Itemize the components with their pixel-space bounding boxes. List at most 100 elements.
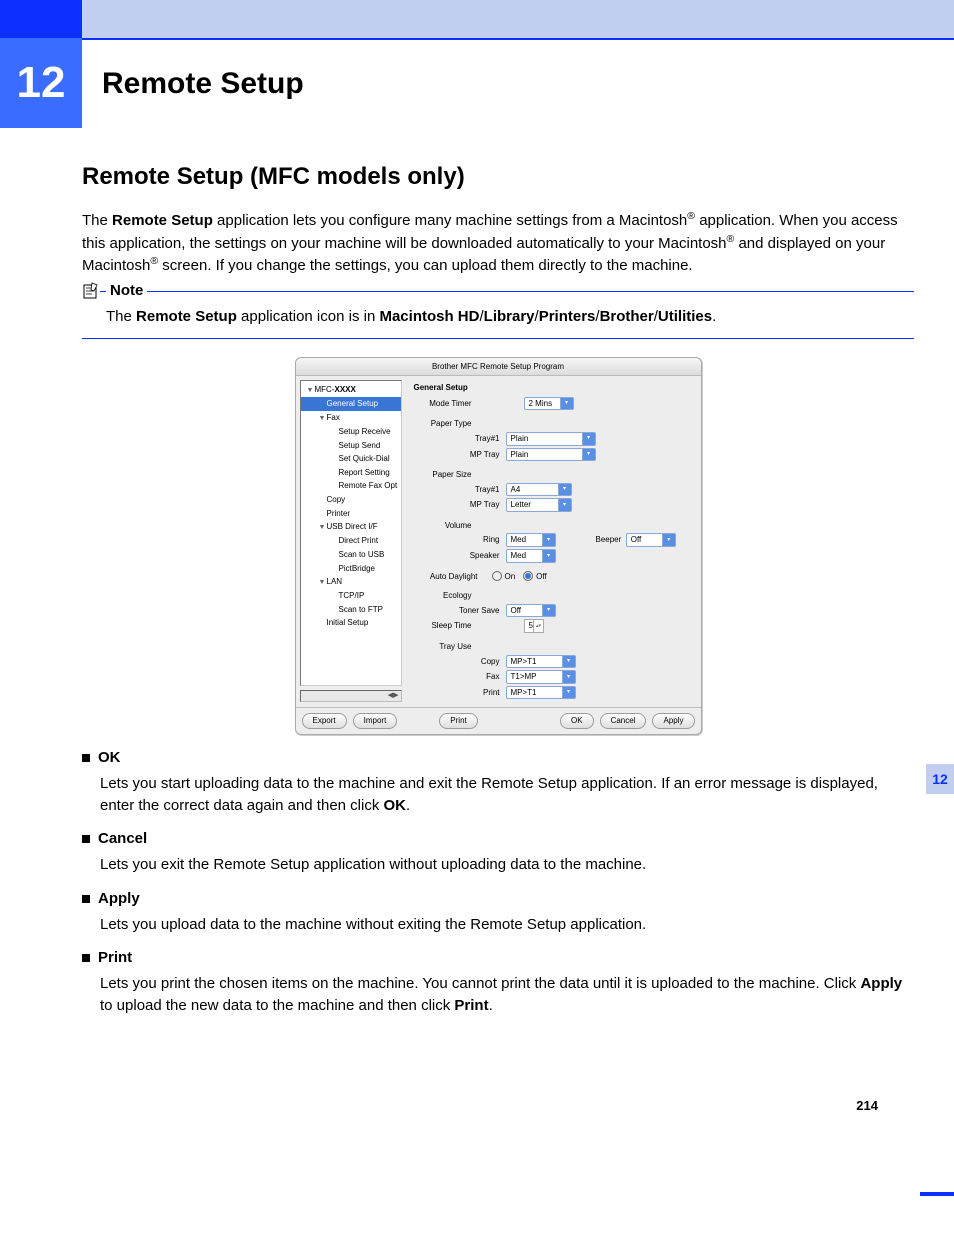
bullet-square-icon: [82, 754, 90, 762]
select-value: T1>MP: [511, 672, 537, 681]
select-value: Plain: [511, 450, 529, 459]
tree-item-label: USB Direct I/F: [327, 522, 378, 531]
tree-item[interactable]: ▼Fax: [301, 411, 401, 425]
tray-fax-select[interactable]: T1>MP▾: [506, 670, 576, 684]
dropdown-arrow-icon: ▾: [558, 484, 571, 496]
sleep-time-spinner[interactable]: 5▴▾: [524, 619, 544, 633]
disclosure-triangle-icon: ▼: [319, 578, 327, 588]
term-text: Cancel: [98, 828, 147, 850]
dropdown-arrow-icon: ▾: [560, 398, 573, 410]
auto-daylight-on-radio[interactable]: [492, 571, 502, 581]
mptray-label: MP Tray: [414, 449, 506, 461]
cancel-button[interactable]: Cancel: [600, 713, 647, 729]
tree-item[interactable]: Copy: [301, 493, 401, 507]
tree-item[interactable]: Initial Setup: [301, 616, 401, 630]
tree-item[interactable]: ▼MFC-XXXX: [301, 383, 401, 397]
export-button[interactable]: Export: [302, 713, 347, 729]
intro-paragraph: The Remote Setup application lets you co…: [82, 209, 914, 277]
radio-label: Off: [536, 571, 547, 583]
beeper-select[interactable]: Off▾: [626, 533, 676, 547]
auto-daylight-off-radio[interactable]: [523, 571, 533, 581]
dropdown-arrow-icon: ▾: [558, 499, 571, 511]
tree-item[interactable]: General Setup: [301, 397, 401, 411]
paper-type-tray1-select[interactable]: Plain▾: [506, 432, 596, 446]
tray-use-label: Tray Use: [414, 641, 478, 653]
tree-scrollbar[interactable]: ◀▶: [300, 690, 402, 702]
note-icon: [82, 282, 100, 300]
print-button[interactable]: Print: [439, 713, 477, 729]
def-print-desc: Lets you print the chosen items on the m…: [100, 973, 914, 1017]
apply-button[interactable]: Apply: [652, 713, 694, 729]
scroll-arrows-icon: ◀▶: [386, 691, 401, 701]
chapter-title: Remote Setup: [82, 62, 304, 106]
note-body: The Remote Setup application icon is in …: [106, 306, 914, 328]
tray-print-label: Print: [414, 687, 506, 699]
tree-item-label: Scan to USB: [339, 550, 385, 559]
ring-select[interactable]: Med▾: [506, 533, 556, 547]
tree-item-label: TCP/IP: [339, 591, 365, 600]
settings-tree[interactable]: ▼MFC-XXXXGeneral Setup▼FaxSetup ReceiveS…: [300, 380, 402, 686]
tree-item[interactable]: Printer: [301, 507, 401, 521]
tree-item[interactable]: TCP/IP: [301, 589, 401, 603]
text-bold: Library: [484, 308, 535, 325]
tree-item[interactable]: ▼USB Direct I/F: [301, 520, 401, 534]
settings-panel: General Setup Mode Timer 2 Mins▾ Paper T…: [406, 376, 701, 707]
tree-item[interactable]: Scan to USB: [301, 548, 401, 562]
select-value: Off: [511, 606, 522, 615]
tree-item[interactable]: Setup Send: [301, 439, 401, 453]
tree-item[interactable]: Set Quick-Dial: [301, 452, 401, 466]
beeper-label: Beeper: [596, 534, 622, 546]
section-heading: Remote Setup (MFC models only): [82, 160, 914, 195]
text: The: [82, 212, 112, 229]
dropdown-arrow-icon: ▾: [542, 605, 555, 617]
def-ok-desc: Lets you start uploading data to the mac…: [100, 773, 914, 817]
header-band-right: [82, 0, 954, 40]
paper-size-tray1-select[interactable]: A4▾: [506, 483, 572, 497]
tree-item-label: Remote Fax Opt: [339, 481, 398, 490]
tray-print-select[interactable]: MP>T1▾: [506, 686, 576, 700]
text: Lets you print the chosen items on the m…: [100, 975, 860, 992]
note-heading: Note: [82, 280, 914, 302]
page-number: 214: [82, 1097, 878, 1116]
text-bold: OK: [384, 797, 407, 814]
tray-copy-label: Copy: [414, 656, 506, 668]
tree-item[interactable]: Remote Fax Opt: [301, 479, 401, 493]
text: application icon is in: [237, 308, 380, 325]
text-bold: Utilities: [658, 308, 712, 325]
tree-item[interactable]: Report Setting: [301, 466, 401, 480]
tree-item-label: Copy: [327, 495, 346, 504]
speaker-select[interactable]: Med▾: [506, 549, 556, 563]
text-bold: Remote Setup: [112, 212, 213, 229]
volume-label: Volume: [414, 520, 478, 532]
tree-item[interactable]: ▼LAN: [301, 575, 401, 589]
panel-title: General Setup: [414, 382, 693, 394]
bullet-square-icon: [82, 895, 90, 903]
import-button[interactable]: Import: [353, 713, 398, 729]
text-bold: Apply: [860, 975, 902, 992]
mode-timer-select[interactable]: 2 Mins▾: [524, 397, 574, 411]
tree-item[interactable]: Setup Receive: [301, 425, 401, 439]
tray1-label: Tray#1: [414, 433, 506, 445]
text: to upload the new data to the machine an…: [100, 997, 454, 1014]
tray-copy-select[interactable]: MP>T1▾: [506, 655, 576, 669]
text: Lets you start uploading data to the mac…: [100, 775, 878, 814]
term-text: Apply: [98, 888, 140, 910]
mode-timer-label: Mode Timer: [414, 398, 478, 410]
paper-type-mp-select[interactable]: Plain▾: [506, 448, 596, 462]
tree-item[interactable]: PictBridge: [301, 562, 401, 576]
tray-fax-label: Fax: [414, 671, 506, 683]
paper-size-mp-select[interactable]: Letter▾: [506, 498, 572, 512]
tree-item-label: PictBridge: [339, 564, 375, 573]
toner-save-select[interactable]: Off ▾: [506, 604, 556, 618]
paper-type-label: Paper Type: [414, 418, 478, 430]
window-titlebar: Brother MFC Remote Setup Program: [296, 358, 701, 377]
tree-item-label: Direct Print: [339, 536, 379, 545]
tree-item[interactable]: Direct Print: [301, 534, 401, 548]
sleep-time-label: Sleep Time: [414, 620, 478, 632]
auto-daylight-label: Auto Daylight: [414, 571, 484, 583]
dropdown-arrow-icon: ▾: [542, 550, 555, 562]
bullet-square-icon: [82, 835, 90, 843]
tree-item[interactable]: Scan to FTP: [301, 603, 401, 617]
dropdown-arrow-icon: ▾: [562, 687, 575, 699]
ok-button[interactable]: OK: [560, 713, 594, 729]
